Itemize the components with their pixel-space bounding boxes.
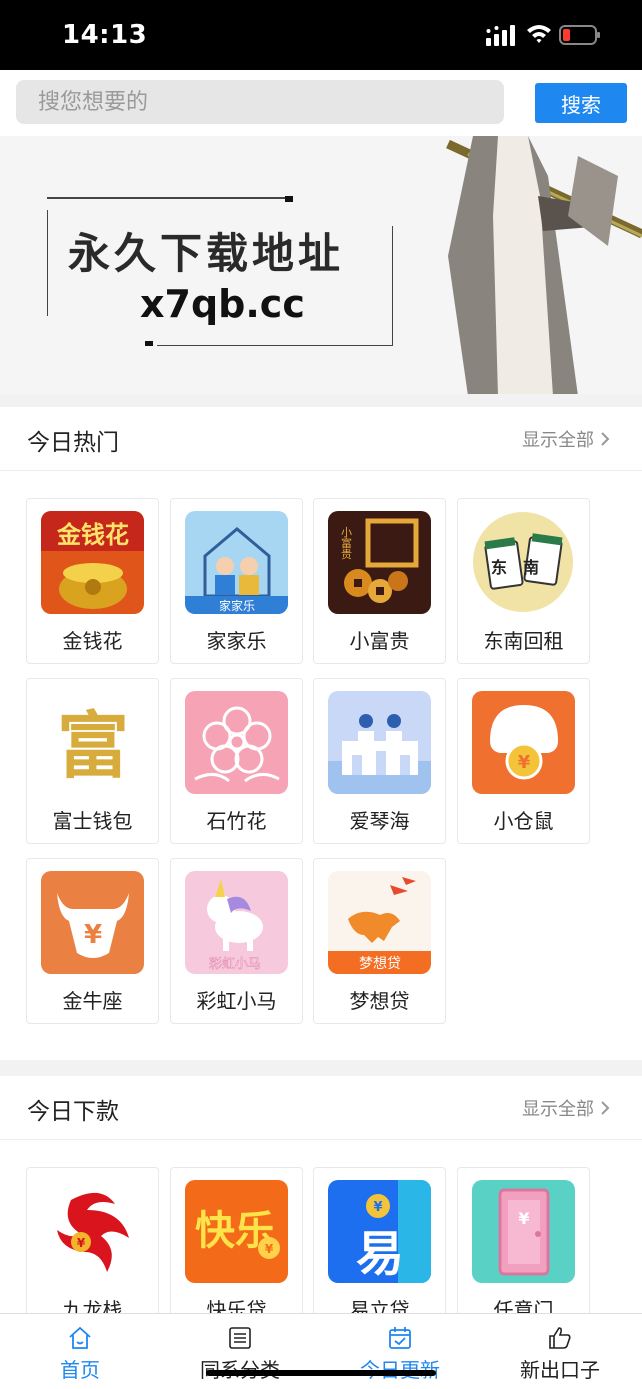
app-name: 东南回租 [483,629,564,653]
app-card[interactable]: 快乐 ¥ 快乐贷 [170,1167,303,1333]
app-name: 小富贵 [349,629,410,653]
home-icon [69,1326,91,1349]
loans-show-all-link[interactable]: 显示全部 [522,1095,610,1121]
svg-text:东南: 东南 [491,558,555,577]
app-card[interactable]: ¥ 易 易立贷 [313,1167,446,1333]
app-name: 金钱花 [62,629,123,653]
loans-section-header: 今日下款 显示全部 [0,1076,642,1140]
svg-text:¥: ¥ [518,752,531,773]
svg-text:梦想贷: 梦想贷 [359,956,401,972]
swordsman-illustration-icon [446,136,642,394]
search-bar: 搜索 [0,70,642,136]
chevron-right-icon [601,1101,610,1115]
wifi-icon [527,25,551,43]
svg-text:¥: ¥ [265,1242,274,1256]
svg-text:家家乐: 家家乐 [219,598,255,613]
bull-yuan-icon: ¥ [41,871,144,974]
app-name: 小仓鼠 [493,809,554,833]
svg-text:¥: ¥ [373,1200,382,1215]
tab-label: 新出口子 [520,1358,600,1382]
app-card[interactable]: 石竹花 [170,678,303,844]
app-name: 家家乐 [206,629,267,653]
tab-label: 同系分类 [160,1354,320,1383]
promo-banner[interactable]: 永久下载地址 x7qb.cc [0,136,642,394]
svg-text:易: 易 [356,1226,404,1282]
pink-flower-icon [185,691,288,794]
app-card[interactable]: 爱琴海 [313,678,446,844]
gold-character-icon: 富 [41,691,144,794]
hot-section-title: 今日热门 [27,430,119,456]
app-name: 爱琴海 [349,809,410,833]
coin-pot-icon: 金钱花 [41,511,144,614]
app-card[interactable]: 东南 东南回租 [457,498,590,664]
app-card[interactable]: 富 富士钱包 [26,678,159,844]
banner-url: x7qb.cc [140,282,305,326]
svg-text:富: 富 [57,703,129,788]
app-card[interactable]: 梦想贷 梦想贷 [313,858,446,1024]
running-horse-icon: 梦想贷 [328,871,431,974]
app-screen: 14:13 搜索 永久下载地址 x7 [0,0,642,1389]
loans-section-title: 今日下款 [27,1099,119,1125]
hot-section-header: 今日热门 显示全部 [0,407,642,471]
app-card[interactable]: 金钱花 金钱花 [26,498,159,664]
unicorn-icon: 彩虹小马 [185,871,288,974]
home-indicator [206,1370,436,1376]
mahjong-tiles-icon: 东南 [472,511,575,614]
tab-new-products[interactable]: 新出口子 [480,1314,640,1389]
hot-section: 今日热门 显示全部 金钱花 金钱花 家家乐 家家乐 小富贵 小富贵 东南 东南回… [0,407,642,1060]
thumbs-up-icon [549,1327,571,1349]
cellular-signal-icon [486,25,515,46]
tab-label: 首页 [60,1358,100,1382]
app-name: 彩虹小马 [196,989,277,1013]
svg-text:¥: ¥ [77,1236,86,1250]
seaside-castle-icon [328,691,431,794]
status-bar: 14:13 [0,0,642,70]
loans-section: 今日下款 显示全部 ¥ 九龙栈 快乐 ¥ 快乐贷 ¥ 易 易立贷 ¥ 任意门 [0,1076,642,1333]
svg-text:¥: ¥ [518,1209,529,1228]
bottom-tab-bar: 首页 同系分类 今日更新 新出口子 [0,1313,642,1389]
app-card[interactable]: 彩虹小马 彩虹小马 [170,858,303,1024]
app-card[interactable]: 家家乐 家家乐 [170,498,303,664]
svg-text:¥: ¥ [84,920,102,950]
tab-home[interactable]: 首页 [0,1314,160,1389]
svg-text:彩虹小马: 彩虹小马 [209,957,261,972]
app-name: 金牛座 [62,989,123,1013]
app-card[interactable]: ¥ 九龙栈 [26,1167,159,1333]
tab-today-updates[interactable]: 今日更新 [320,1314,480,1389]
tab-label: 今日更新 [320,1354,480,1383]
app-name: 梦想贷 [349,989,410,1013]
app-name: 石竹花 [206,809,267,833]
red-dragon-icon: ¥ [41,1180,144,1283]
status-time: 14:13 [62,20,148,50]
app-name: 富士钱包 [52,809,133,833]
svg-text:金钱花: 金钱花 [56,521,129,549]
app-card[interactable]: 小富贵 小富贵 [313,498,446,664]
list-icon [229,1327,251,1349]
banner-title: 永久下载地址 [68,229,345,278]
calendar-check-icon [389,1327,411,1349]
hot-show-all-link[interactable]: 显示全部 [522,426,610,452]
search-button[interactable]: 搜索 [535,83,627,123]
show-all-label: 显示全部 [522,430,594,451]
chevron-right-icon [601,432,610,446]
battery-low-icon [559,25,600,45]
svg-text:小富贵: 小富贵 [340,526,353,560]
search-input[interactable] [16,80,504,124]
app-card[interactable]: ¥ 金牛座 [26,858,159,1024]
fortune-coins-icon: 小富贵 [328,511,431,614]
pink-door-icon: ¥ [472,1180,575,1283]
hamster-coin-icon: ¥ [472,691,575,794]
app-card[interactable]: ¥ 任意门 [457,1167,590,1333]
happy-text-icon: 快乐 ¥ [185,1180,288,1283]
app-card[interactable]: ¥ 小仓鼠 [457,678,590,844]
family-house-icon: 家家乐 [185,511,288,614]
show-all-label: 显示全部 [522,1099,594,1120]
yi-coin-icon: ¥ 易 [328,1180,431,1283]
tab-categories[interactable]: 同系分类 [160,1314,320,1389]
